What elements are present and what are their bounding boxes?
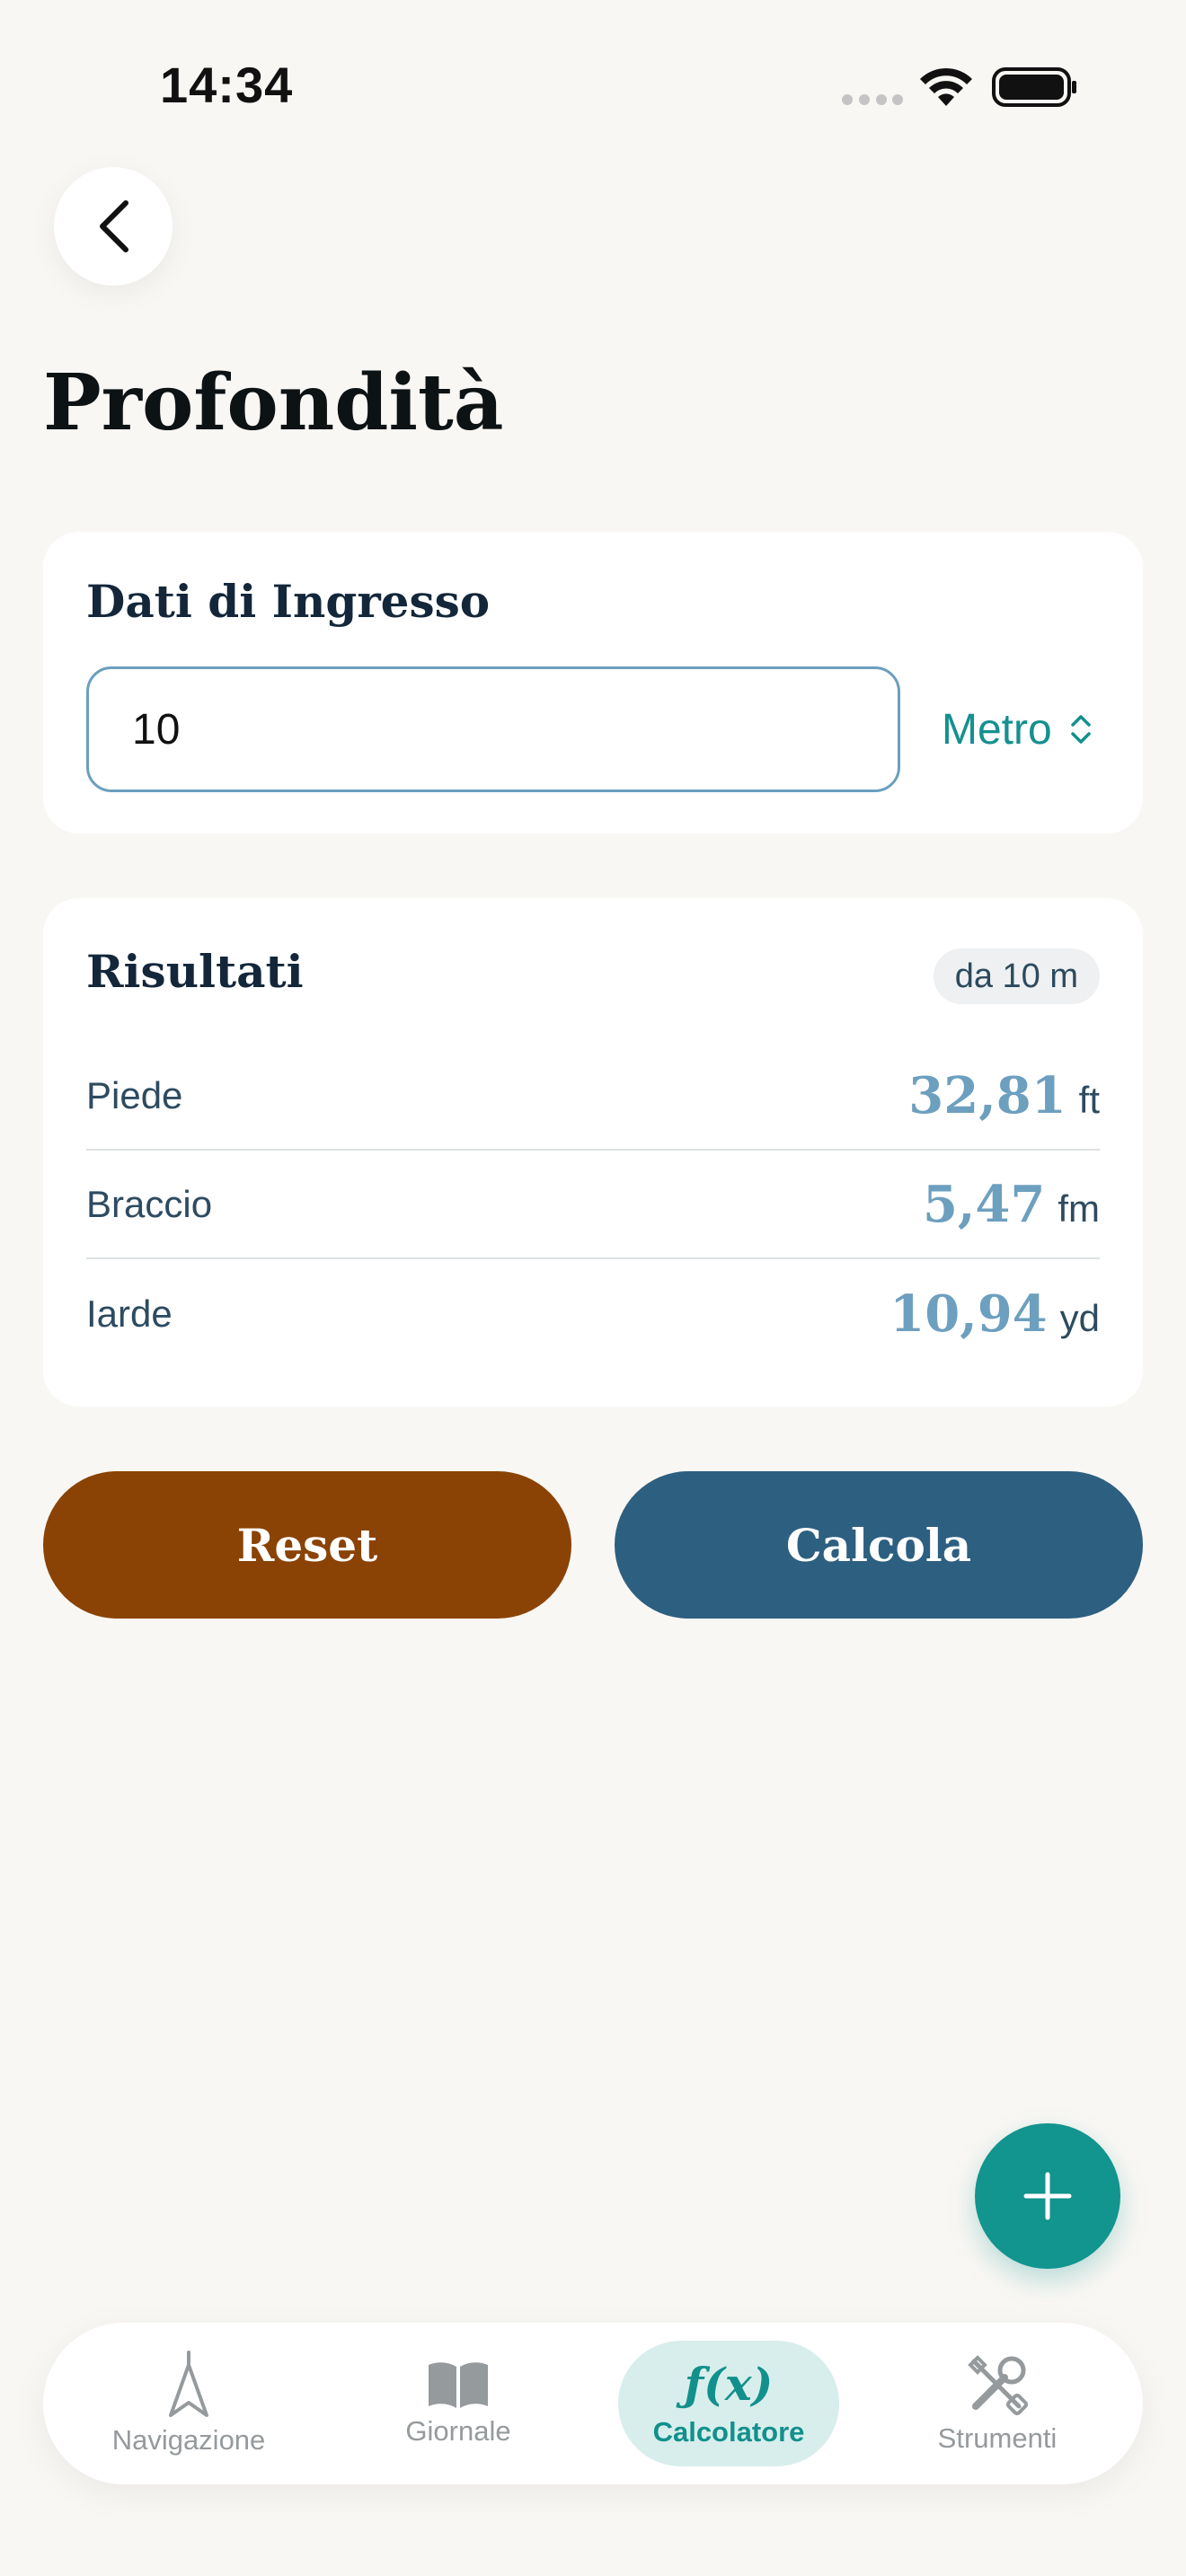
result-number: 5,47 — [922, 1174, 1046, 1234]
function-icon: ƒ(x) — [684, 2358, 774, 2411]
tab-strumenti[interactable]: Strumenti — [885, 2341, 1110, 2466]
status-time: 14:34 — [160, 57, 294, 113]
result-value: 32,81 ft — [908, 1066, 1100, 1125]
chevron-up-down-icon — [1070, 715, 1091, 744]
results-card-title: Risultati — [86, 945, 304, 998]
tab-navigazione[interactable]: Navigazione — [76, 2341, 301, 2466]
result-number: 10,94 — [890, 1284, 1048, 1344]
compass-arrow-icon — [169, 2351, 208, 2417]
result-unit: fm — [1058, 1187, 1100, 1230]
tab-bar: Navigazione Giornale ƒ(x) Calcolatore St… — [43, 2323, 1143, 2484]
add-button[interactable] — [975, 2123, 1120, 2269]
wifi-icon — [920, 67, 972, 106]
chevron-left-icon — [100, 200, 128, 252]
source-badge: da 10 m — [933, 948, 1100, 1004]
value-input[interactable] — [86, 666, 900, 792]
page-title: Profondità — [43, 357, 504, 448]
result-value: 5,47 fm — [923, 1175, 1100, 1234]
status-bar: 14:34 — [0, 0, 1186, 171]
reset-button[interactable]: Reset — [43, 1471, 571, 1619]
tab-label: Navigazione — [111, 2424, 266, 2456]
input-card: Dati di Ingresso Metro — [43, 532, 1143, 834]
result-number: 32,81 — [908, 1065, 1067, 1125]
unit-select-label: Metro — [942, 705, 1052, 754]
tab-giornale[interactable]: Giornale — [346, 2341, 571, 2466]
tab-calcolatore[interactable]: ƒ(x) Calcolatore — [618, 2341, 839, 2466]
result-label: Braccio — [86, 1182, 213, 1225]
result-row-yards: Iarde 10,94 yd — [86, 1259, 1100, 1368]
cellular-signal-icon — [842, 94, 903, 105]
book-icon — [429, 2362, 488, 2408]
result-label: Iarde — [86, 1292, 173, 1335]
result-unit: ft — [1078, 1078, 1100, 1121]
tab-label: Strumenti — [937, 2422, 1058, 2454]
battery-icon — [992, 67, 1076, 107]
plus-icon — [1023, 2172, 1072, 2220]
results-card: Risultati da 10 m Piede 32,81 ft Braccio… — [43, 898, 1143, 1407]
tab-label: Giornale — [405, 2415, 511, 2447]
result-row-feet: Piede 32,81 ft — [86, 1042, 1100, 1151]
tools-icon — [968, 2355, 1029, 2416]
result-row-fathoms: Braccio 5,47 fm — [86, 1151, 1100, 1259]
input-card-title: Dati di Ingresso — [86, 575, 491, 628]
unit-select[interactable]: Metro — [942, 693, 1092, 765]
result-value: 10,94 yd — [890, 1284, 1100, 1344]
result-label: Piede — [86, 1073, 183, 1116]
calculate-button[interactable]: Calcola — [615, 1471, 1143, 1619]
tab-label: Calcolatore — [652, 2416, 805, 2448]
result-unit: yd — [1059, 1296, 1100, 1339]
back-button[interactable] — [54, 167, 173, 286]
